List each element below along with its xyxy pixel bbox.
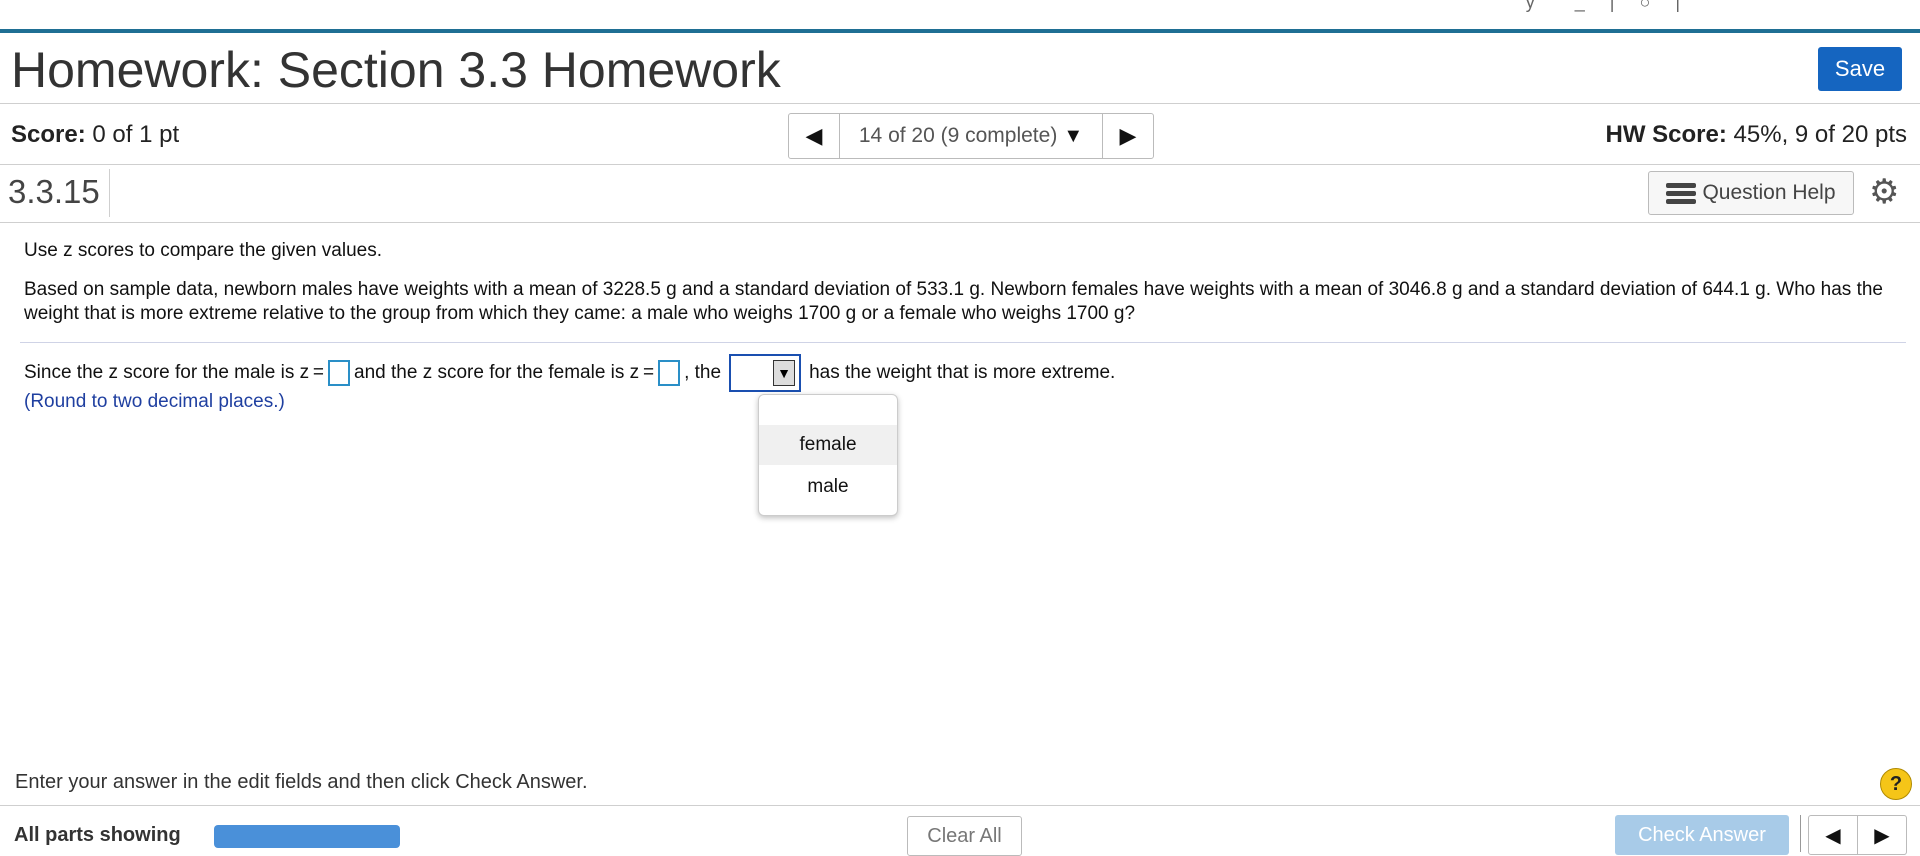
- sex-dropdown[interactable]: ▼: [729, 354, 802, 392]
- male-z-input[interactable]: [328, 360, 351, 386]
- dropdown-menu: female male: [758, 394, 898, 516]
- caret-right-icon: ▶: [1119, 123, 1137, 148]
- question-picker[interactable]: 14 of 20 (9 complete) ▼: [839, 114, 1103, 158]
- question-help-button[interactable]: Question Help: [1648, 171, 1854, 215]
- answer-text-2: and the z score for the female is z =: [354, 362, 655, 383]
- footer-divider: [0, 805, 1920, 806]
- divider: [109, 169, 110, 217]
- progress-fill: [214, 825, 400, 848]
- score-label: Score:: [11, 121, 86, 148]
- hw-score: HW Score: 45%, 9 of 20 pts: [1606, 121, 1907, 149]
- caret-down-icon: ▼: [1063, 124, 1084, 147]
- caret-right-icon: ▶: [1874, 824, 1890, 847]
- hw-score-value: 45%, 9 of 20 pts: [1733, 121, 1907, 148]
- question-help-label: Question Help: [1702, 181, 1836, 204]
- help-icon[interactable]: ?: [1880, 768, 1912, 800]
- question-content: Use z scores to compare the given values…: [24, 240, 1904, 326]
- answer-line: Since the z score for the male is z = an…: [24, 354, 1115, 392]
- rounding-hint: (Round to two decimal places.): [24, 391, 285, 412]
- save-button[interactable]: Save: [1818, 47, 1902, 91]
- next-button[interactable]: ▶: [1857, 816, 1906, 854]
- next-question-button[interactable]: ▶: [1103, 114, 1153, 158]
- female-z-input[interactable]: [658, 360, 681, 386]
- all-parts-label: All parts showing: [14, 824, 181, 846]
- previous-question-button[interactable]: ◀: [789, 114, 839, 158]
- score: Score: 0 of 1 pt: [11, 121, 179, 149]
- dropdown-option-female[interactable]: female: [759, 425, 897, 465]
- question-position: 14 of 20 (9 complete): [858, 124, 1058, 147]
- bottom-navigator: ◀ ▶: [1808, 815, 1907, 855]
- clear-all-button[interactable]: Clear All: [907, 816, 1022, 856]
- list-icon: [1666, 182, 1697, 204]
- title-bar: Homework: Section 3.3 Homework Save: [0, 33, 1920, 104]
- question-intro: Use z scores to compare the given values…: [24, 240, 383, 261]
- parts-progress-bar: [214, 825, 400, 848]
- score-bar: Score: 0 of 1 pt ◀ 14 of 20 (9 complete)…: [0, 104, 1920, 165]
- gear-icon[interactable]: ⚙: [1869, 175, 1899, 209]
- answer-text-1: Since the z score for the male is z =: [24, 362, 325, 383]
- caret-left-icon: ◀: [1825, 824, 1841, 847]
- question-bar: 3.3.15 Question Help ⚙: [0, 165, 1920, 223]
- hw-score-label: HW Score:: [1605, 121, 1727, 148]
- dropdown-option-male[interactable]: male: [759, 467, 897, 507]
- score-value: 0 of 1 pt: [92, 121, 180, 148]
- instruction-text: Enter your answer in the edit fields and…: [15, 771, 588, 793]
- divider: [1800, 815, 1801, 852]
- top-strip: y _ | ○ |: [0, 0, 1920, 30]
- toolbar-icons: y _ | ○ |: [1525, 0, 1690, 12]
- content-divider: [20, 342, 1906, 343]
- caret-left-icon: ◀: [805, 123, 823, 148]
- answer-text-3: , the: [684, 362, 722, 383]
- question-number: 3.3.15: [8, 173, 100, 210]
- dropdown-option-blank[interactable]: [759, 399, 897, 421]
- page-title: Homework: Section 3.3 Homework: [11, 42, 781, 98]
- check-answer-button[interactable]: Check Answer: [1615, 815, 1789, 855]
- question-problem: Based on sample data, newborn males have…: [24, 279, 1883, 324]
- previous-button[interactable]: ◀: [1809, 816, 1857, 854]
- answer-text-4: has the weight that is more extreme.: [809, 362, 1116, 383]
- question-navigator: ◀ 14 of 20 (9 complete) ▼ ▶: [788, 113, 1154, 159]
- dropdown-arrow-icon[interactable]: ▼: [773, 360, 796, 386]
